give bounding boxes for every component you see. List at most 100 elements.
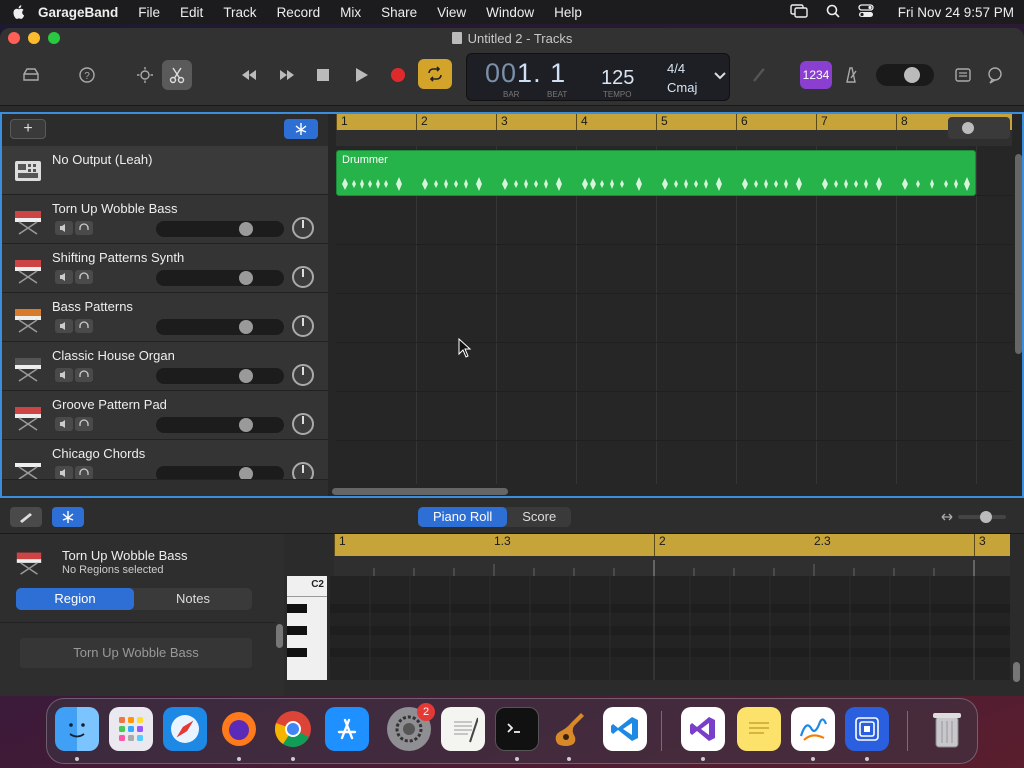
piano-keyboard[interactable]: C2 (287, 576, 327, 680)
textedit-icon[interactable] (441, 707, 485, 751)
pan-knob[interactable] (292, 413, 314, 435)
tab-score[interactable]: Score (507, 507, 571, 527)
zoom-button[interactable] (48, 32, 60, 44)
track-row[interactable]: Bass Patterns (2, 293, 328, 342)
smart-controls-icon[interactable] (130, 60, 160, 90)
inspector-scrollbar[interactable] (276, 624, 283, 648)
pencil-tool-icon[interactable] (10, 507, 42, 527)
mute-button[interactable] (55, 221, 73, 235)
track-grid[interactable] (336, 146, 1012, 484)
count-in-button[interactable]: 1234 (800, 61, 832, 89)
volume-knob[interactable] (239, 467, 253, 479)
chevron-down-icon[interactable] (710, 60, 730, 90)
firefox-icon[interactable] (217, 707, 261, 751)
menu-app-name[interactable]: GarageBand (38, 5, 118, 20)
lcd-time-signature[interactable]: 4/4 (667, 61, 685, 76)
tab-region[interactable]: Region (16, 588, 134, 610)
horizontal-zoom-slider[interactable] (948, 117, 1010, 139)
add-track-button[interactable]: + (10, 119, 46, 139)
track-row[interactable]: Groove Pattern Pad (2, 391, 328, 440)
rewind-icon[interactable] (234, 60, 264, 90)
screen-mirroring-icon[interactable] (790, 3, 808, 21)
screen-sharing-icon[interactable] (845, 707, 889, 751)
chrome-icon[interactable] (271, 707, 315, 751)
terminal-icon[interactable] (495, 707, 539, 751)
record-icon[interactable] (383, 60, 413, 90)
apple-icon[interactable] (10, 3, 28, 21)
lcd-key[interactable]: Cmaj (667, 80, 697, 95)
catch-playhead-button[interactable] (52, 507, 84, 527)
volume-knob[interactable] (239, 320, 253, 334)
volume-slider[interactable] (156, 368, 284, 384)
menu-window[interactable]: Window (486, 5, 534, 20)
system-settings-icon[interactable]: 2 (387, 703, 435, 751)
vscode-icon[interactable] (603, 707, 647, 751)
freeform-icon[interactable] (791, 707, 835, 751)
volume-knob[interactable] (239, 418, 253, 432)
help-icon[interactable]: ? (72, 60, 102, 90)
stickies-icon[interactable] (737, 707, 781, 751)
editor-zoom-slider[interactable] (940, 509, 1010, 525)
zoom-knob[interactable] (962, 122, 974, 134)
mute-button[interactable] (55, 466, 73, 479)
track-row[interactable]: Chicago Chords (2, 440, 328, 480)
stop-icon[interactable] (308, 60, 338, 90)
pan-knob[interactable] (292, 266, 314, 288)
launchpad-icon[interactable] (109, 707, 153, 751)
track-row[interactable]: Classic House Organ (2, 342, 328, 391)
volume-knob[interactable] (239, 271, 253, 285)
finder-icon[interactable] (55, 707, 99, 751)
piano-roll-ruler[interactable]: 1 1.3 2 2.3 3 (334, 534, 1010, 556)
solo-headphones-button[interactable] (75, 319, 93, 333)
mute-button[interactable] (55, 270, 73, 284)
loop-browser-icon[interactable] (980, 60, 1010, 90)
master-volume-knob[interactable] (904, 67, 920, 83)
close-button[interactable] (8, 32, 20, 44)
solo-headphones-button[interactable] (75, 221, 93, 235)
pan-knob[interactable] (292, 315, 314, 337)
volume-knob[interactable] (239, 369, 253, 383)
tracks-vertical-scrollbar[interactable] (1015, 154, 1022, 354)
timeline-lower-ruler[interactable] (336, 130, 1012, 146)
track-row[interactable]: Torn Up Wobble Bass (2, 195, 328, 244)
safari-icon[interactable] (163, 707, 207, 751)
catch-playhead-button[interactable] (284, 119, 318, 139)
menu-share[interactable]: Share (381, 5, 417, 20)
tracks-horizontal-scrollbar[interactable] (332, 488, 508, 495)
editors-scissors-icon[interactable] (162, 60, 192, 90)
editor-view-switch[interactable]: Piano Roll Score (418, 507, 572, 527)
pan-knob[interactable] (292, 364, 314, 386)
menu-mix[interactable]: Mix (340, 5, 361, 20)
drummer-region[interactable]: Drummer (336, 150, 976, 196)
garageband-icon[interactable] (547, 707, 591, 751)
visual-studio-icon[interactable] (681, 707, 725, 751)
solo-headphones-button[interactable] (75, 368, 93, 382)
play-icon[interactable] (346, 60, 376, 90)
volume-slider[interactable] (156, 319, 284, 335)
cycle-icon[interactable] (418, 59, 452, 89)
volume-slider[interactable] (156, 270, 284, 286)
lcd-tempo[interactable]: 125 (601, 67, 634, 90)
volume-slider[interactable] (156, 417, 284, 433)
tab-piano-roll[interactable]: Piano Roll (418, 507, 508, 527)
volume-knob[interactable] (239, 222, 253, 236)
volume-slider[interactable] (156, 466, 284, 479)
inspector-tabs[interactable]: Region Notes (16, 588, 252, 610)
piano-roll-grid[interactable] (330, 576, 1010, 680)
volume-slider[interactable] (156, 221, 284, 237)
lcd-display[interactable]: 001. 1 BAR BEAT 125 TEMPO 4/4 Cmaj (466, 53, 730, 101)
menu-record[interactable]: Record (277, 5, 321, 20)
tab-notes[interactable]: Notes (134, 588, 252, 610)
tuner-icon[interactable] (744, 60, 774, 90)
track-row[interactable]: No Output (Leah) (2, 146, 328, 195)
fast-forward-icon[interactable] (272, 60, 302, 90)
solo-headphones-button[interactable] (75, 417, 93, 431)
library-icon[interactable] (16, 60, 46, 90)
menu-track[interactable]: Track (223, 5, 256, 20)
solo-headphones-button[interactable] (75, 270, 93, 284)
minimize-button[interactable] (28, 32, 40, 44)
timeline-ruler[interactable]: 1 2 3 4 5 6 7 8 (336, 114, 1012, 130)
app-store-icon[interactable] (325, 707, 369, 751)
menu-edit[interactable]: Edit (180, 5, 203, 20)
trash-icon[interactable] (925, 707, 969, 751)
